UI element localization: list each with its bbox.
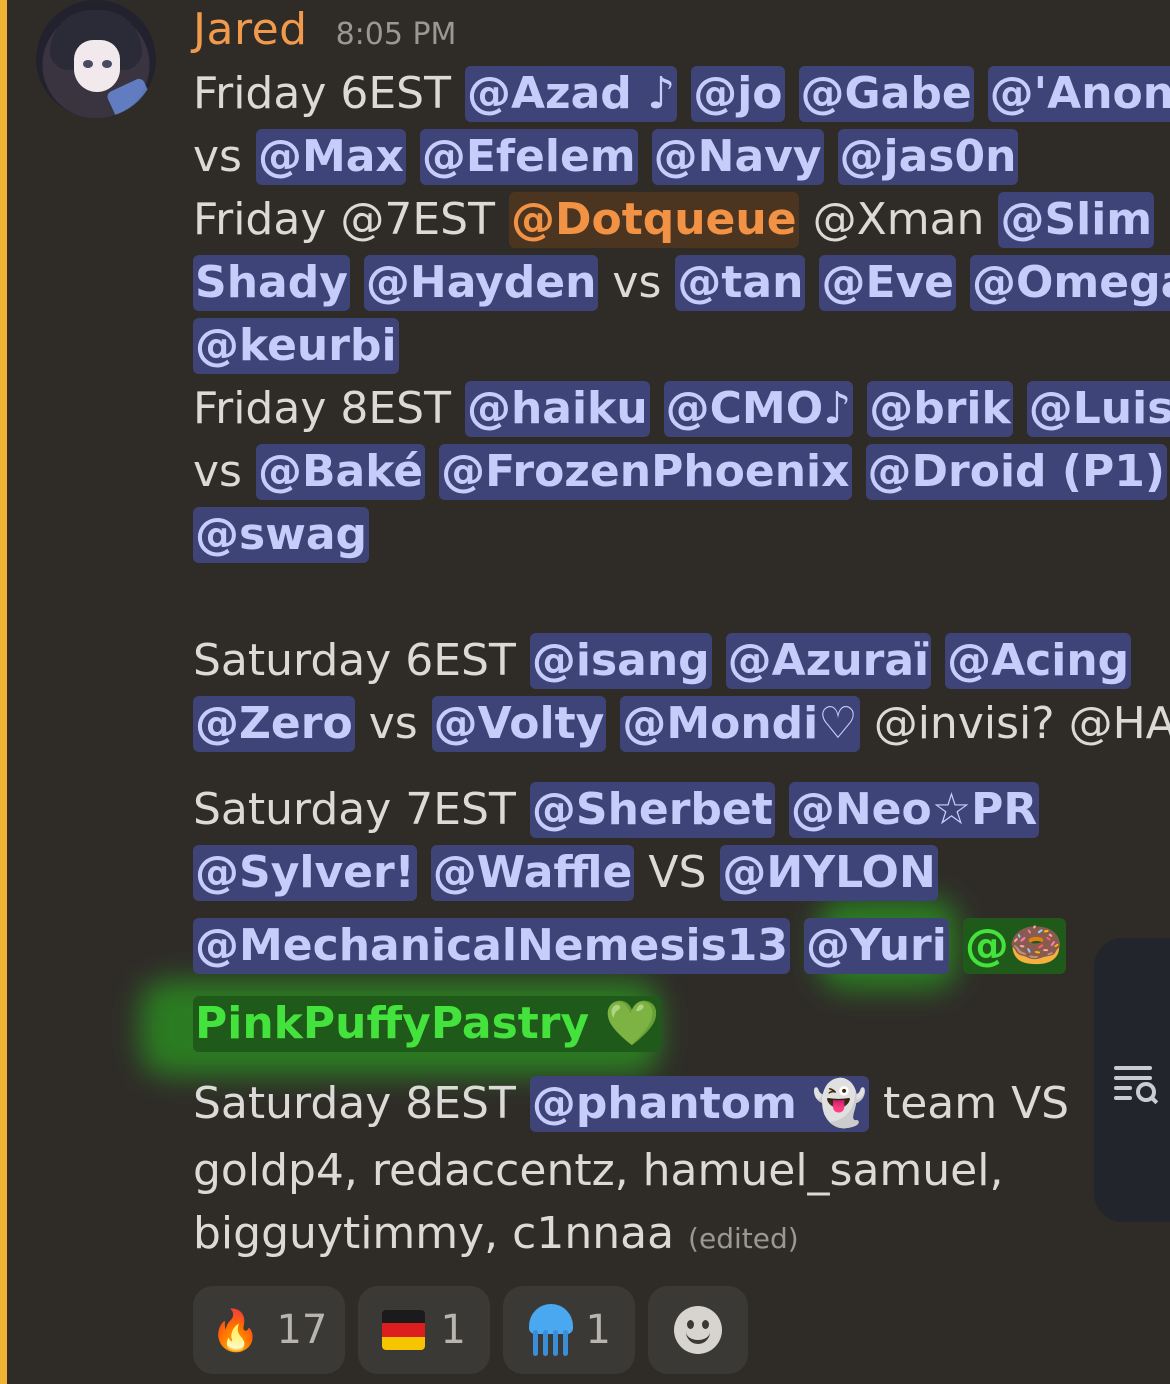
user-mention[interactable]: PinkPuffyPastry 💚 <box>193 996 662 1052</box>
user-mention[interactable]: @Neo☆PR <box>788 782 1040 838</box>
user-mention[interactable]: @Dotqueue <box>508 192 799 248</box>
user-mention[interactable]: @Acing <box>945 633 1132 689</box>
user-mention[interactable]: @Efelem <box>419 129 638 185</box>
message-header: Jared 8:05 PM <box>193 4 456 58</box>
user-mention[interactable]: @haiku <box>464 381 650 437</box>
edited-label: (edited) <box>688 1222 799 1255</box>
reaction-fire[interactable]: 🔥 17 <box>193 1286 345 1374</box>
message-timestamp[interactable]: 8:05 PM <box>336 17 457 52</box>
user-mention[interactable]: @Zero <box>193 696 355 752</box>
jellyfish-icon <box>527 1304 573 1356</box>
user-mention[interactable]: @Luis! <box>1026 381 1170 437</box>
message-line: Saturday 7EST @Sherbet @Neo☆PR <box>193 778 1040 842</box>
reaction-count: 17 <box>276 1307 328 1353</box>
user-mention[interactable]: @Slim <box>998 192 1155 248</box>
user-mention[interactable]: @🍩 <box>962 918 1066 974</box>
user-mention[interactable]: @Gabe <box>798 66 974 122</box>
user-mention[interactable]: @'Anon' <box>987 66 1170 122</box>
message-line: @keurbi <box>193 314 399 378</box>
user-mention[interactable]: @Azuraï <box>725 633 932 689</box>
mention-highlight-bar <box>0 0 7 1384</box>
message-line: Friday 8EST @haiku @CMO♪ @brik @Luis! <box>193 377 1170 441</box>
message-line: vs @Baké @FrozenPhoenix @Droid (P1) <box>193 440 1167 504</box>
message-line: Friday 6EST @Azad ♪ @jo @Gabe @'Anon' <box>193 62 1170 126</box>
reactions-bar: 🔥 17 1 1 <box>193 1286 748 1374</box>
user-mention[interactable]: @isang <box>529 633 712 689</box>
search-list-icon[interactable] <box>1114 1064 1159 1106</box>
user-mention[interactable]: @FrozenPhoenix <box>439 444 852 500</box>
message-line: goldp4, redaccentz, hamuel_samuel, <box>193 1145 1004 1196</box>
message-line: @MechanicalNemesis13 @Yuri @🍩 <box>193 914 1066 978</box>
german-flag-icon <box>382 1310 425 1350</box>
user-mention[interactable]: @keurbi <box>193 318 399 374</box>
user-mention[interactable]: @Omega <box>970 255 1170 311</box>
message-line: PinkPuffyPastry 💚 <box>193 992 662 1056</box>
side-panel-tab[interactable] <box>1094 938 1170 1222</box>
user-mention[interactable]: @brik <box>867 381 1013 437</box>
add-reaction-button[interactable] <box>648 1286 748 1374</box>
user-mention[interactable]: @Mondi♡ <box>620 696 860 752</box>
reaction-count: 1 <box>585 1307 611 1353</box>
user-mention[interactable]: @tan <box>675 255 806 311</box>
message-line: @swag <box>193 503 370 567</box>
fire-icon: 🔥 <box>210 1307 261 1354</box>
user-mention[interactable]: @Droid (P1) <box>865 444 1167 500</box>
user-mention[interactable]: @Sylver! <box>193 845 417 901</box>
smile-icon <box>674 1306 722 1354</box>
user-mention[interactable]: @Hayden <box>363 255 599 311</box>
message-line: Friday @7EST @Dotqueue @Xman @Slim <box>193 188 1155 252</box>
user-mention[interactable]: @Waffle <box>430 845 635 901</box>
message-line: vs @Max @Efelem @Navy @jas0n <box>193 125 1019 189</box>
message-line: @Zero vs @Volty @Mondi♡ @invisi? @HAZ <box>193 692 1170 756</box>
user-mention[interactable]: @jas0n <box>837 129 1019 185</box>
message-line: Saturday 8EST @phantom 👻 team VS <box>193 1072 1069 1136</box>
user-mention[interactable]: @jo <box>691 66 785 122</box>
user-mention[interactable]: Shady <box>193 255 350 311</box>
avatar[interactable] <box>36 0 156 118</box>
user-mention[interactable]: @MechanicalNemesis13 <box>193 918 791 974</box>
user-mention[interactable]: @Azad ♪ <box>464 66 678 122</box>
reaction-jellyfish[interactable]: 1 <box>503 1286 635 1374</box>
user-mention[interactable]: @Sherbet <box>529 782 775 838</box>
user-mention[interactable]: @CMO♪ <box>663 381 854 437</box>
message-line: Shady @Hayden vs @tan @Eve @Omega <box>193 251 1170 315</box>
author-name[interactable]: Jared <box>193 4 308 55</box>
message-line: @Sylver! @Waffle VS @ИYLON <box>193 841 938 905</box>
user-mention[interactable]: @Volty <box>431 696 607 752</box>
user-mention[interactable]: @Max <box>255 129 406 185</box>
user-mention[interactable]: @phantom 👻 <box>529 1076 869 1132</box>
user-mention[interactable]: @swag <box>193 507 370 563</box>
user-mention[interactable]: @Eve <box>819 255 957 311</box>
message-line: bigguytimmy, c1nnaa (edited) <box>193 1208 799 1259</box>
user-mention[interactable]: @Baké <box>255 444 426 500</box>
reaction-count: 1 <box>440 1307 466 1353</box>
message-line: Saturday 6EST @isang @Azuraï @Acing <box>193 629 1132 693</box>
user-mention[interactable]: @Navy <box>651 129 824 185</box>
user-mention[interactable]: @Yuri <box>804 918 949 974</box>
reaction-german-flag[interactable]: 1 <box>358 1286 490 1374</box>
user-mention[interactable]: @ИYLON <box>720 845 938 901</box>
